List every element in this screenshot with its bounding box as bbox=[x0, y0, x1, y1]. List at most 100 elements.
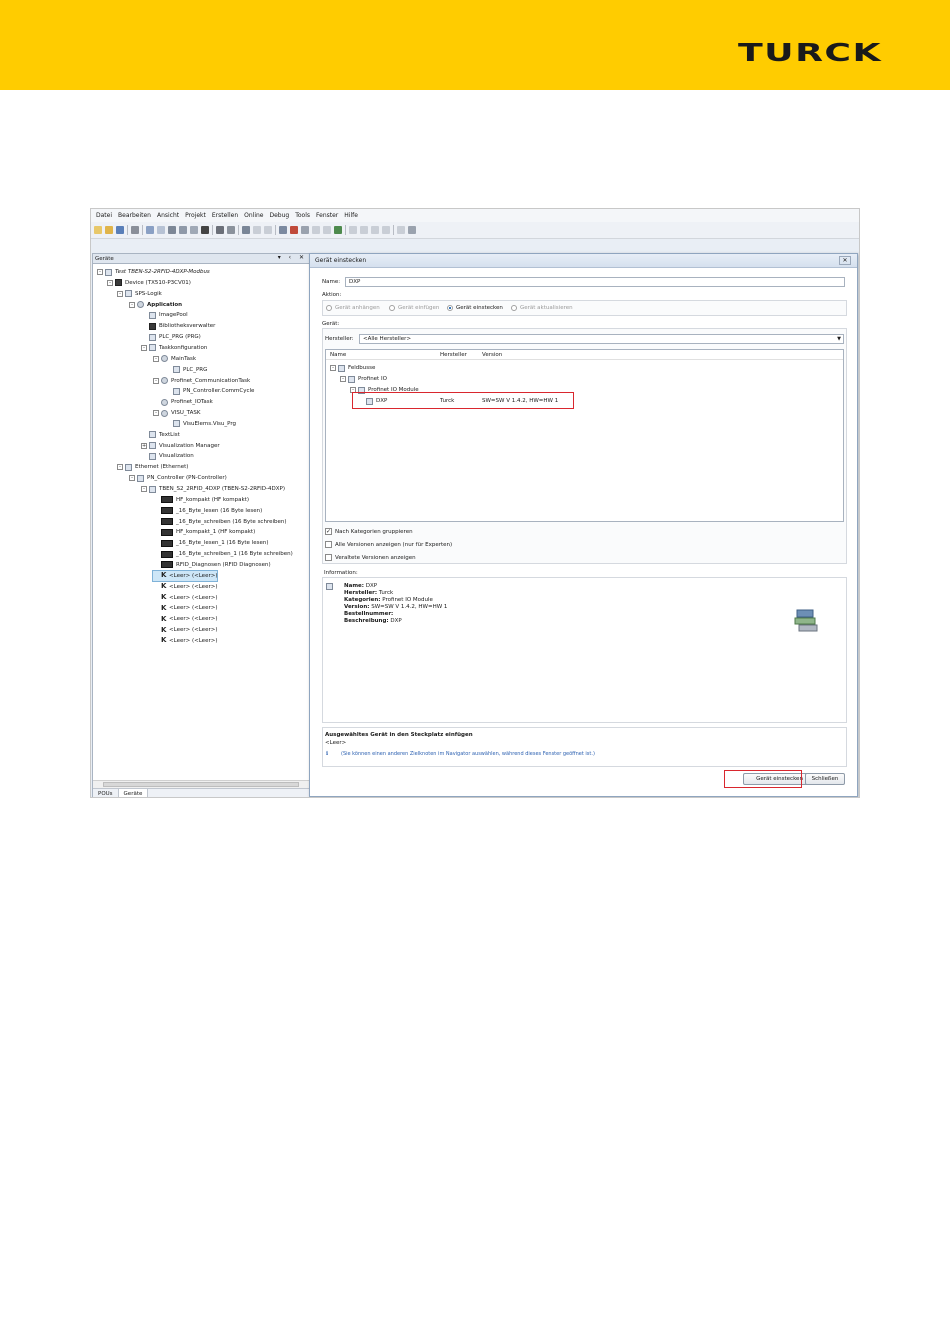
collapse-icon[interactable]: - bbox=[153, 377, 159, 384]
step-over-icon[interactable] bbox=[349, 226, 357, 234]
rebuild-icon[interactable] bbox=[253, 226, 261, 234]
panel-controls[interactable]: ▾ ‹ ✕ bbox=[278, 254, 307, 261]
name-field[interactable]: DXP bbox=[345, 277, 845, 287]
tree-item[interactable]: - SPS-Logik bbox=[117, 289, 162, 299]
start-icon[interactable] bbox=[312, 226, 320, 234]
tree-item[interactable]: K <Leer> (<Leer>) bbox=[153, 593, 217, 603]
tree-item[interactable]: Bibliotheksverwalter bbox=[141, 321, 215, 331]
list-item-profinet-io[interactable]: - Profinet IO bbox=[340, 374, 387, 384]
collapse-icon[interactable]: - bbox=[330, 365, 336, 371]
step-out-icon[interactable] bbox=[371, 226, 379, 234]
copy-icon[interactable] bbox=[179, 226, 187, 234]
tree-item[interactable]: - Application bbox=[129, 300, 182, 310]
reset-icon[interactable] bbox=[334, 226, 342, 234]
checkbox-all-versions[interactable]: Alle Versionen anzeigen (nur für Experte… bbox=[325, 541, 452, 548]
tree-item[interactable]: Visualization bbox=[141, 451, 194, 461]
delete-icon[interactable] bbox=[201, 226, 209, 234]
tree-item[interactable]: RFID_Diagnosen (RFID Diagnosen) bbox=[153, 560, 271, 570]
tree-item[interactable]: + Visualization Manager bbox=[141, 441, 220, 451]
logout-icon[interactable] bbox=[290, 226, 298, 234]
tree-item[interactable]: - PN_Controller (PN-Controller) bbox=[129, 473, 227, 483]
close-button[interactable]: Schließen bbox=[805, 773, 845, 785]
undo-icon[interactable] bbox=[146, 226, 154, 234]
clean-icon[interactable] bbox=[264, 226, 272, 234]
menu-item-1[interactable]: Bearbeiten bbox=[118, 212, 151, 219]
tree-item[interactable]: K <Leer> (<Leer>) bbox=[153, 582, 217, 592]
close-icon[interactable]: ✕ bbox=[839, 256, 851, 265]
collapse-icon[interactable]: - bbox=[141, 486, 147, 492]
tree-item[interactable]: VisuElems.Visu_Prg bbox=[165, 419, 236, 429]
tree-item[interactable]: - Ethernet (Ethernet) bbox=[117, 462, 188, 472]
tree-item[interactable]: PLC_PRG bbox=[165, 365, 207, 375]
tree-item[interactable]: - Test TBEN-S2-2RFID-4DXP-Modbus bbox=[97, 267, 210, 277]
login-icon[interactable] bbox=[279, 226, 287, 234]
menu-item-5[interactable]: Online bbox=[244, 212, 263, 219]
write-values-icon[interactable] bbox=[397, 226, 405, 234]
menu-item-2[interactable]: Ansicht bbox=[157, 212, 179, 219]
tree-item[interactable]: _16_Byte_lesen_1 (16 Byte lesen) bbox=[153, 538, 268, 548]
tree-item[interactable]: HF_kompakt (HF kompakt) bbox=[153, 495, 249, 505]
collapse-icon[interactable]: - bbox=[141, 344, 147, 351]
collapse-icon[interactable]: - bbox=[117, 290, 123, 297]
tree-item[interactable]: - TBEN_S2_2RFID_4DXP (TBEN-S2-2RFID-4DXP) bbox=[141, 484, 285, 494]
menu-item-6[interactable]: Debug bbox=[269, 212, 289, 219]
tree-item[interactable]: K <Leer> (<Leer>) bbox=[153, 603, 217, 613]
replace-icon[interactable] bbox=[227, 226, 235, 234]
tree-item[interactable]: _16_Byte_lesen (16 Byte lesen) bbox=[153, 506, 262, 516]
tree-item[interactable]: K <Leer> (<Leer>) bbox=[153, 625, 217, 635]
tab-pous[interactable]: POUs bbox=[93, 789, 119, 797]
collapse-icon[interactable]: - bbox=[340, 376, 346, 382]
scrollbar-thumb[interactable] bbox=[103, 782, 299, 787]
radio-plug-device[interactable]: Gerät einstecken bbox=[447, 305, 503, 311]
tree-item[interactable]: K <Leer> (<Leer>) bbox=[153, 614, 217, 624]
print-icon[interactable] bbox=[131, 226, 139, 234]
tree-item[interactable]: - MainTask bbox=[153, 354, 196, 364]
new-icon[interactable] bbox=[94, 226, 102, 234]
tree-item[interactable]: PN_Controller.CommCycle bbox=[165, 386, 254, 396]
tab-devices[interactable]: Geräte bbox=[118, 789, 149, 797]
radio-insert-device[interactable]: Gerät einfügen bbox=[389, 305, 439, 311]
tree-item[interactable]: K <Leer> (<Leer>) bbox=[151, 569, 219, 582]
tree-item[interactable]: Profinet_IOTask bbox=[153, 397, 213, 407]
horizontal-scrollbar[interactable] bbox=[93, 780, 309, 788]
tree-item[interactable]: _16_Byte_schreiben_1 (16 Byte schreiben) bbox=[153, 549, 293, 559]
collapse-icon[interactable]: - bbox=[107, 279, 113, 286]
download-icon[interactable] bbox=[301, 226, 309, 234]
collapse-icon[interactable]: - bbox=[117, 464, 123, 471]
checkbox-outdated-versions[interactable]: Veraltete Versionen anzeigen bbox=[325, 554, 416, 561]
force-values-icon[interactable] bbox=[408, 226, 416, 234]
collapse-icon[interactable]: - bbox=[129, 475, 135, 482]
column-version[interactable]: Version bbox=[482, 352, 502, 358]
tree-item[interactable]: PLC_PRG (PRG) bbox=[141, 332, 201, 342]
collapse-icon[interactable]: - bbox=[97, 269, 103, 275]
build-icon[interactable] bbox=[242, 226, 250, 234]
radio-append-device[interactable]: Gerät anhängen bbox=[326, 305, 380, 311]
tree-item[interactable]: - Profinet_CommunicationTask bbox=[153, 376, 250, 386]
menu-item-4[interactable]: Erstellen bbox=[212, 212, 238, 219]
redo-icon[interactable] bbox=[157, 226, 165, 234]
menu-item-7[interactable]: Tools bbox=[295, 212, 310, 219]
column-vendor[interactable]: Hersteller bbox=[440, 352, 467, 358]
breakpoint-icon[interactable] bbox=[382, 226, 390, 234]
tree-item[interactable]: - Taskkonfiguration bbox=[141, 343, 207, 353]
stop-icon[interactable] bbox=[323, 226, 331, 234]
tree-item[interactable]: _16_Byte_schreiben (16 Byte schreiben) bbox=[153, 517, 287, 527]
menu-item-9[interactable]: Hilfe bbox=[344, 212, 358, 219]
vendor-select[interactable]: <Alle Hersteller> ▼ bbox=[359, 334, 844, 344]
step-into-icon[interactable] bbox=[360, 226, 368, 234]
find-icon[interactable] bbox=[216, 226, 224, 234]
save-icon[interactable] bbox=[116, 226, 124, 234]
radio-update-device[interactable]: Gerät aktualisieren bbox=[511, 305, 573, 311]
column-name[interactable]: Name bbox=[330, 352, 346, 358]
tree-item[interactable]: - VISU_TASK bbox=[153, 408, 200, 418]
collapse-icon[interactable]: - bbox=[129, 301, 135, 308]
tree-item[interactable]: K <Leer> (<Leer>) bbox=[153, 636, 217, 646]
cut-icon[interactable] bbox=[168, 226, 176, 234]
checkbox-group-by-category[interactable]: ✓ Nach Kategorien gruppieren bbox=[325, 528, 413, 535]
tree-item[interactable]: - Device (TX510-P3CV01) bbox=[107, 278, 191, 288]
menu-item-8[interactable]: Fenster bbox=[316, 212, 338, 219]
tree-item[interactable]: HF_kompakt_1 (HF kompakt) bbox=[153, 527, 255, 537]
tree-item[interactable]: ImagePool bbox=[141, 310, 188, 320]
menu-item-0[interactable]: Datei bbox=[96, 212, 112, 219]
open-icon[interactable] bbox=[105, 226, 113, 234]
